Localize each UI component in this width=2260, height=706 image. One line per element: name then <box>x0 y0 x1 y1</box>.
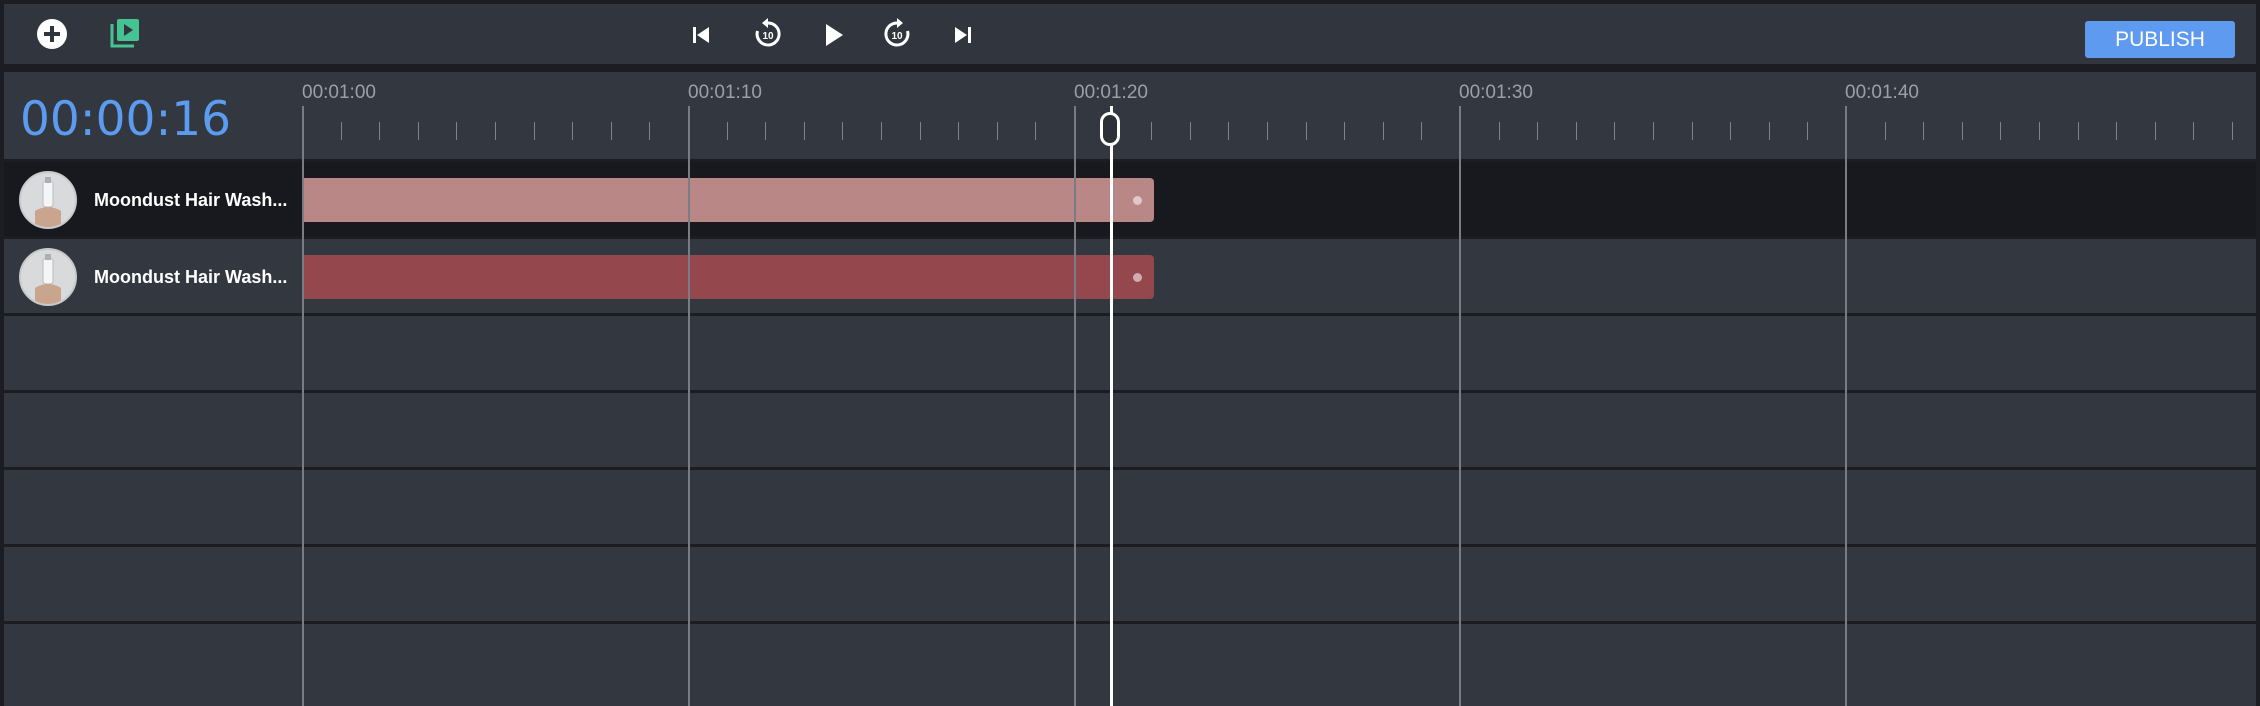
track-label: Moondust Hair Wash... <box>94 267 288 287</box>
current-timecode: 00:00:16 <box>20 92 232 147</box>
playhead-handle[interactable] <box>1100 112 1120 146</box>
ruler-tick <box>1769 122 1770 140</box>
media-clip[interactable] <box>304 178 1154 222</box>
ruler-tick <box>341 122 342 140</box>
ruler-tick <box>611 122 612 140</box>
ruler-tick <box>842 122 843 140</box>
empty-track-row[interactable] <box>4 316 2256 392</box>
ruler-tick <box>1035 122 1036 140</box>
ruler-tick <box>418 122 419 140</box>
track-row[interactable]: Moondust Hair Wash... <box>4 162 2256 238</box>
add-circle-icon[interactable] <box>36 18 68 50</box>
ruler-tick <box>495 122 496 140</box>
top-toolbar: 10 10 PUBLISH <box>4 4 2256 64</box>
skip-to-start-icon[interactable] <box>690 24 712 46</box>
time-marker-label: 00:01:30 <box>1459 82 1533 103</box>
ruler-tick <box>881 122 882 140</box>
ruler-tick <box>1730 122 1731 140</box>
ruler-tick <box>1267 122 1268 140</box>
time-marker-line <box>1074 106 1076 706</box>
ruler-tick <box>1383 122 1384 140</box>
time-marker-label: 00:01:40 <box>1845 82 1919 103</box>
publish-button[interactable]: PUBLISH <box>2085 21 2235 58</box>
ruler-tick <box>2193 122 2194 140</box>
rewind-10-label: 10 <box>762 31 774 42</box>
time-ruler[interactable]: 00:00:16 00:01:00 00:01:10 00:01:20 00:01:3… <box>4 72 2256 160</box>
ruler-tick <box>1962 122 1963 140</box>
playhead-line <box>1110 106 1113 706</box>
ruler-tick <box>1344 122 1345 140</box>
time-marker-label: 00:01:00 <box>302 82 376 103</box>
ruler-tick <box>1537 122 1538 140</box>
ruler-tick <box>534 122 535 140</box>
ruler-tick <box>2155 122 2156 140</box>
ruler-tick <box>1421 122 1422 140</box>
empty-track-row[interactable] <box>4 393 2256 469</box>
ruler-tick <box>1190 122 1191 140</box>
time-marker-line <box>1459 106 1461 706</box>
ruler-tick <box>958 122 959 140</box>
ruler-tick <box>1306 122 1307 140</box>
ruler-tick <box>2039 122 2040 140</box>
time-marker-line <box>1845 106 1847 706</box>
ruler-tick <box>920 122 921 140</box>
ruler-tick <box>1151 122 1152 140</box>
time-marker-line <box>688 106 690 706</box>
ruler-tick <box>572 122 573 140</box>
ruler-tick <box>1499 122 1500 140</box>
time-marker-label: 00:01:20 <box>1074 82 1148 103</box>
ruler-tick <box>1576 122 1577 140</box>
ruler-tick <box>2232 122 2233 140</box>
empty-track-row[interactable] <box>4 624 2256 700</box>
empty-track-row[interactable] <box>4 547 2256 623</box>
ruler-tick <box>1228 122 1229 140</box>
empty-track-row[interactable] <box>4 470 2256 546</box>
ruler-tick <box>456 122 457 140</box>
ruler-tick <box>649 122 650 140</box>
play-icon[interactable] <box>822 22 846 48</box>
ruler-tick <box>1692 122 1693 140</box>
ruler-tick <box>804 122 805 140</box>
track-thumbnail <box>19 248 77 306</box>
ruler-tick <box>1807 122 1808 140</box>
ruler-tick <box>1923 122 1924 140</box>
ruler-tick <box>1653 122 1654 140</box>
track-row[interactable]: Moondust Hair Wash... <box>4 239 2256 315</box>
rewind-10-icon[interactable]: 10 <box>752 18 784 50</box>
time-marker-label: 00:01:10 <box>688 82 762 103</box>
track-label: Moondust Hair Wash... <box>94 190 288 210</box>
ruler-tick <box>1885 122 1886 140</box>
ruler-tick <box>2000 122 2001 140</box>
ruler-tick <box>765 122 766 140</box>
ruler-tick <box>379 122 380 140</box>
skip-to-end-icon[interactable] <box>952 24 974 46</box>
timeline-panel: 00:00:16 00:01:00 00:01:10 00:01:20 00:01:3… <box>4 72 2256 706</box>
forward-10-label: 10 <box>891 31 903 42</box>
ruler-tick <box>2078 122 2079 140</box>
media-clip[interactable] <box>304 255 1154 299</box>
ruler-tick <box>727 122 728 140</box>
video-library-icon[interactable] <box>109 17 141 49</box>
ruler-tick <box>997 122 998 140</box>
ruler-tick <box>1614 122 1615 140</box>
clip-resize-handle[interactable] <box>1133 196 1142 205</box>
ruler-tick <box>2116 122 2117 140</box>
track-thumbnail <box>19 171 77 229</box>
clip-resize-handle[interactable] <box>1133 273 1142 282</box>
forward-10-icon[interactable]: 10 <box>881 18 913 50</box>
time-marker-line <box>302 106 304 706</box>
